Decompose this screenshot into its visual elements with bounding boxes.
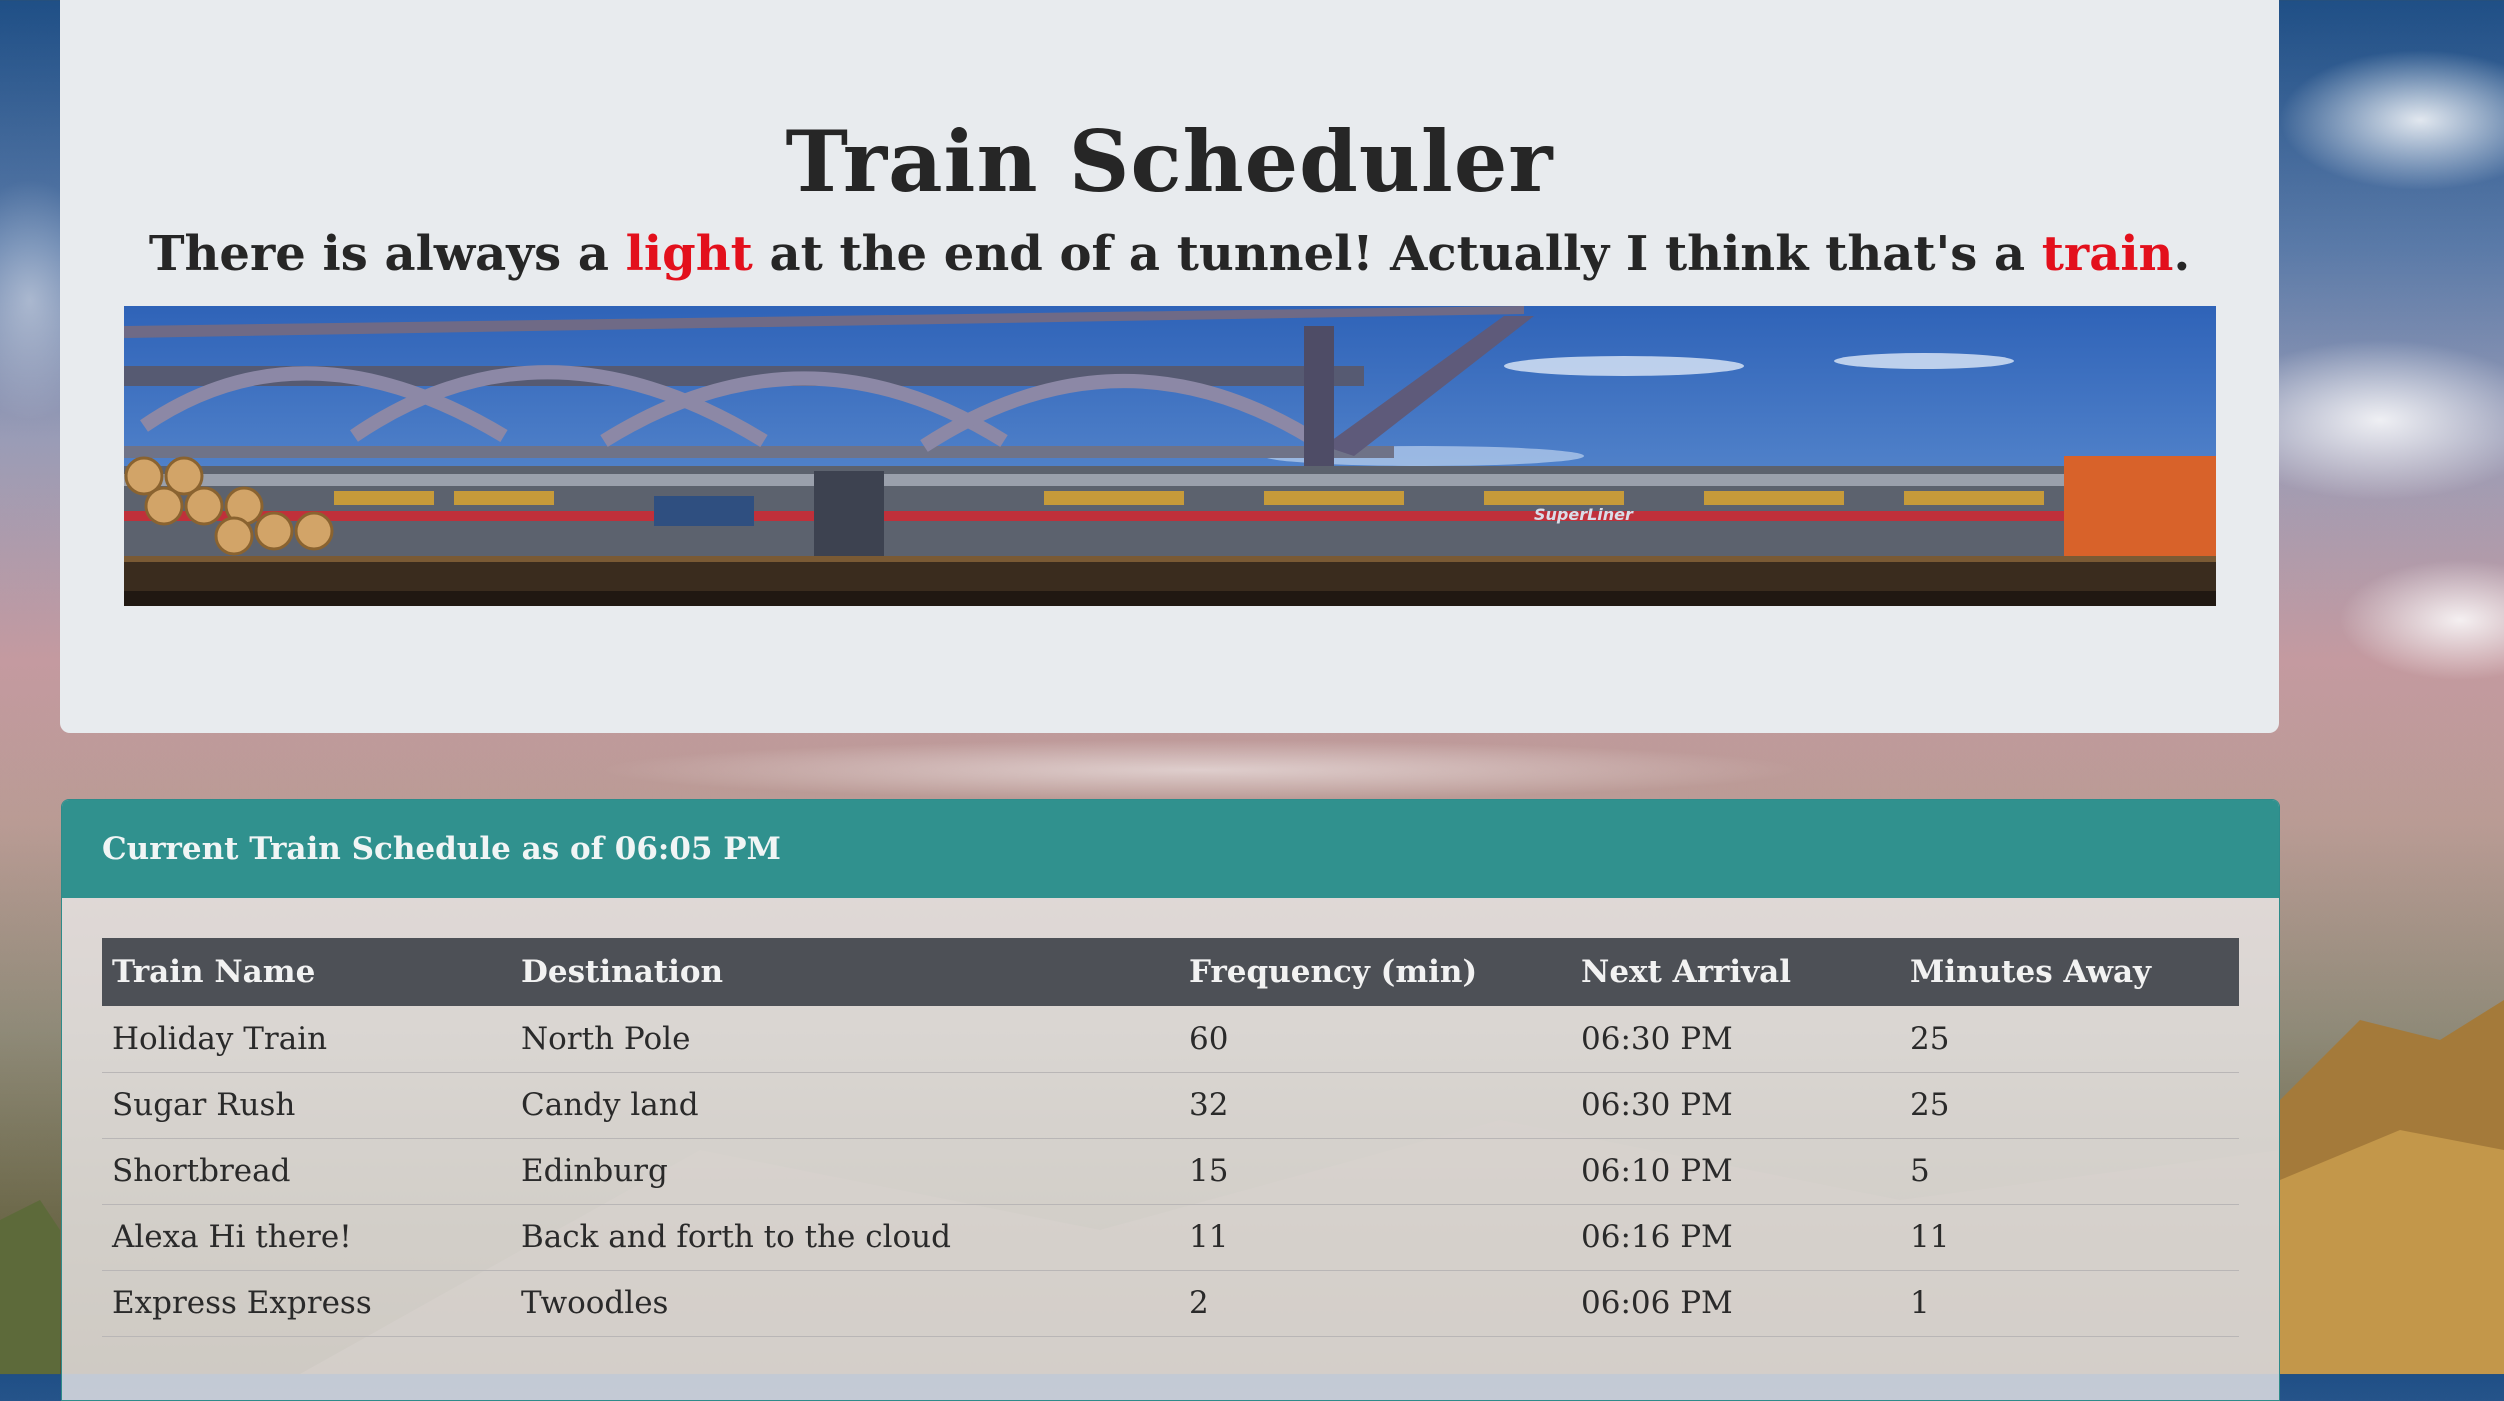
cell-minutes-away: 25 (1900, 1072, 2239, 1139)
cell-next-arrival: 06:16 PM (1571, 1204, 1900, 1271)
cell-destination: Edinburg (511, 1138, 1179, 1205)
cell-next-arrival: 06:06 PM (1571, 1270, 1900, 1337)
column-header-minutes-away: Minutes Away (1900, 938, 2239, 1006)
cell-train-name: Shortbread (102, 1138, 511, 1205)
banner-train-label: SuperLiner (1534, 505, 1634, 524)
column-header-next-arrival: Next Arrival (1571, 938, 1900, 1006)
cell-next-arrival: 06:30 PM (1571, 1006, 1900, 1073)
table-row: Shortbread Edinburg 15 06:10 PM 5 (102, 1138, 2239, 1205)
subtitle-text-1: There is always a (148, 226, 626, 282)
cell-destination: Candy land (511, 1072, 1179, 1139)
cell-frequency: 32 (1179, 1072, 1571, 1139)
page-subtitle: There is always a light at the end of a … (60, 226, 2279, 282)
cell-train-name: Express Express (102, 1270, 511, 1337)
cell-minutes-away: 5 (1900, 1138, 2239, 1205)
column-header-destination: Destination (511, 938, 1179, 1006)
subtitle-highlight-light: light (625, 226, 753, 282)
cell-next-arrival: 06:30 PM (1571, 1072, 1900, 1139)
cell-frequency: 11 (1179, 1204, 1571, 1271)
cell-frequency: 2 (1179, 1270, 1571, 1337)
cell-minutes-away: 1 (1900, 1270, 2239, 1337)
train-station-banner-image: SuperLiner (124, 306, 2216, 606)
cell-train-name: Alexa Hi there! (102, 1204, 511, 1271)
cell-frequency: 15 (1179, 1138, 1571, 1205)
subtitle-text-3: . (2173, 226, 2191, 282)
cell-train-name: Holiday Train (102, 1006, 511, 1073)
table-row: Express Express Twoodles 2 06:06 PM 1 (102, 1270, 2239, 1337)
cell-minutes-away: 11 (1900, 1204, 2239, 1271)
table-header-row: Train Name Destination Frequency (min) N… (102, 938, 2239, 1006)
train-schedule-panel: Current Train Schedule as of 06:05 PM Tr… (61, 799, 2280, 1401)
cell-train-name: Sugar Rush (102, 1072, 511, 1139)
header-jumbotron: Train Scheduler There is always a light … (60, 0, 2279, 733)
cell-destination: Twoodles (511, 1270, 1179, 1337)
train-schedule-table: Train Name Destination Frequency (min) N… (102, 938, 2239, 1337)
cell-minutes-away: 25 (1900, 1006, 2239, 1073)
subtitle-text-2: at the end of a tunnel! Actually I think… (752, 226, 2042, 282)
cell-destination: North Pole (511, 1006, 1179, 1073)
column-header-train-name: Train Name (102, 938, 511, 1006)
schedule-panel-heading: Current Train Schedule as of 06:05 PM (62, 800, 2279, 898)
cell-destination: Back and forth to the cloud (511, 1204, 1179, 1271)
subtitle-highlight-train: train (2041, 226, 2174, 282)
column-header-frequency: Frequency (min) (1179, 938, 1571, 1006)
table-row: Alexa Hi there! Back and forth to the cl… (102, 1204, 2239, 1271)
table-row: Holiday Train North Pole 60 06:30 PM 25 (102, 1006, 2239, 1073)
page-title: Train Scheduler (785, 112, 1554, 211)
table-row: Sugar Rush Candy land 32 06:30 PM 25 (102, 1072, 2239, 1139)
cell-next-arrival: 06:10 PM (1571, 1138, 1900, 1205)
cell-frequency: 60 (1179, 1006, 1571, 1073)
